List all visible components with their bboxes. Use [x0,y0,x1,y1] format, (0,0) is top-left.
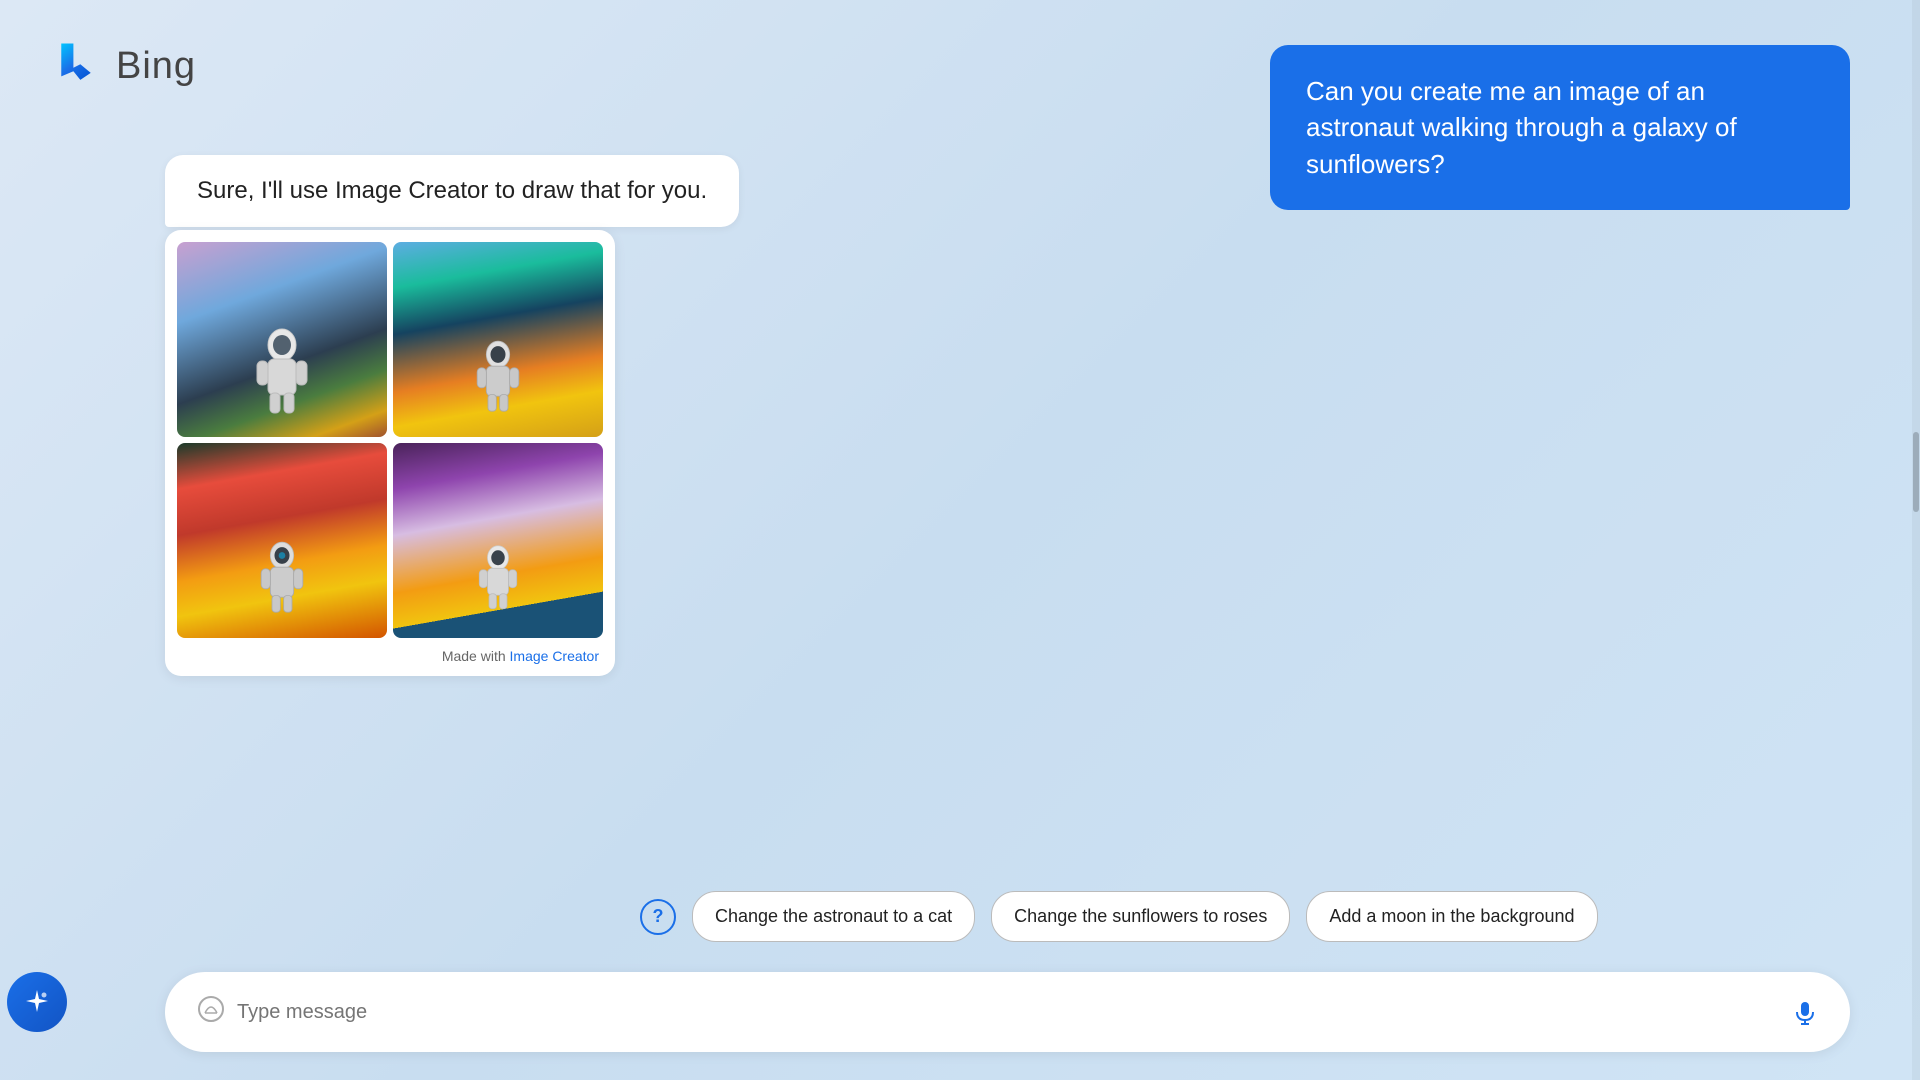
bing-logo-icon [50,40,102,92]
generated-image-1[interactable] [177,242,387,437]
generated-image-4[interactable] [393,443,603,638]
image-footer-prefix: Made with [442,648,510,664]
scrollbar-track[interactable] [1912,0,1920,1080]
image-grid [177,242,603,638]
microphone-button[interactable] [1784,991,1826,1033]
suggestions-row: ? Change the astronaut to a cat Change t… [640,891,1598,942]
image-footer: Made with Image Creator [177,648,603,664]
user-message-bubble: Can you create me an image of an astrona… [1270,45,1850,210]
message-icon [197,995,225,1030]
image-creator-link[interactable]: Image Creator [510,648,599,664]
assistant-message-bubble: Sure, I'll use Image Creator to draw tha… [165,155,739,227]
app-title: Bing [116,45,196,88]
chat-input-area [189,995,1768,1030]
chat-text-input[interactable] [237,1001,1768,1024]
sparkle-icon [22,987,52,1017]
scrollbar-thumb[interactable] [1913,432,1919,512]
help-icon[interactable]: ? [640,899,676,935]
image-card: Made with Image Creator [165,230,615,676]
chat-input-bar [165,972,1850,1052]
generated-image-3[interactable] [177,443,387,638]
assistant-message-text: Sure, I'll use Image Creator to draw tha… [197,177,707,204]
header: Bing [50,40,196,92]
astronaut-figure-3 [257,538,307,618]
astronaut-figure-1 [252,327,312,417]
suggestion-chip-3[interactable]: Add a moon in the background [1306,891,1597,942]
generated-image-2[interactable] [393,242,603,437]
bing-chat-button[interactable] [7,972,67,1032]
suggestion-chip-1[interactable]: Change the astronaut to a cat [692,891,975,942]
suggestion-chip-2[interactable]: Change the sunflowers to roses [991,891,1290,942]
astronaut-figure-4 [476,538,521,618]
user-message-text: Can you create me an image of an astrona… [1306,76,1737,179]
astronaut-figure-2 [473,337,523,417]
